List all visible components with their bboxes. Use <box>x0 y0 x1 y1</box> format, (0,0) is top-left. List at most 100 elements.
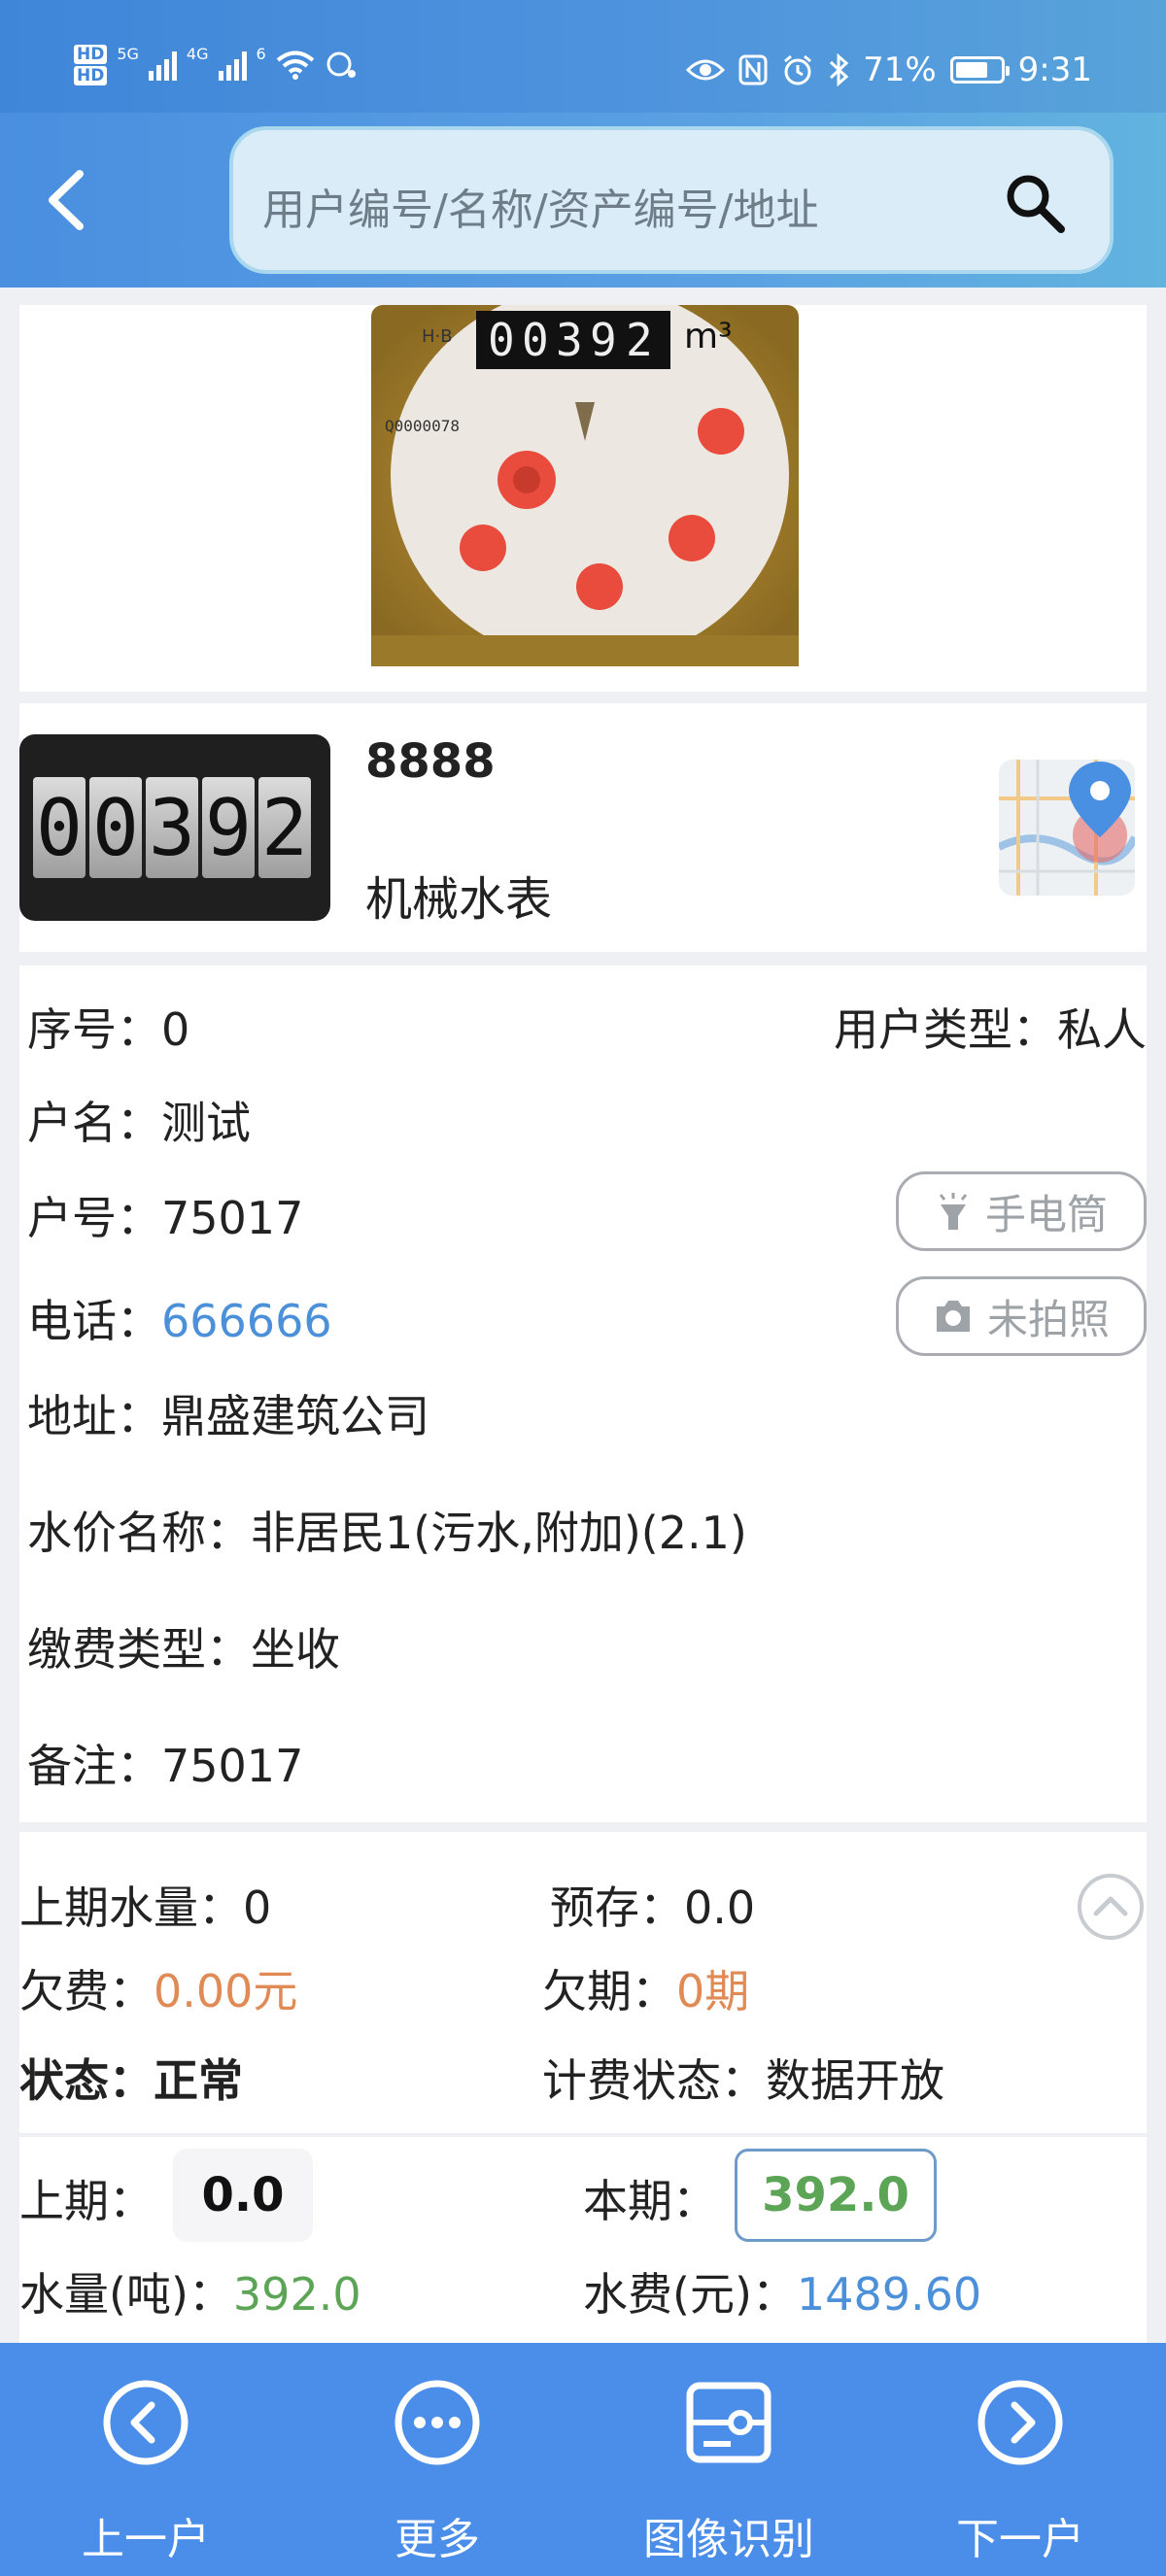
crop-digit: 0 <box>89 777 142 878</box>
seq-row: 序号：0 <box>27 995 189 1059</box>
arrears-period-row: 欠期：0期 <box>542 1956 749 2020</box>
nav-more[interactable]: 更多 <box>292 2343 583 2576</box>
last-usage-row: 上期水量：0 <box>19 1873 271 1937</box>
more-dots-icon <box>394 2380 480 2465</box>
svg-text:3: 3 <box>556 314 583 366</box>
flashlight-button[interactable]: 手电筒 <box>896 1171 1147 1251</box>
billing-status-value: 数据开放 <box>766 2054 944 2107</box>
arrears-value: 0.00元 <box>154 1965 298 2017</box>
seq-label: 序号： <box>27 1003 161 1056</box>
chevron-left-circle-icon <box>103 2380 189 2465</box>
billing-stats-card: 上期水量：0 预存：0.0 欠费：0.00元 欠期：0期 状态：正常 计费状态：… <box>19 1832 1147 2133</box>
fee-label: 水费(元)： <box>583 2268 797 2321</box>
name-value: 测试 <box>161 1097 251 1149</box>
hd-indicators: HD HD <box>74 45 108 85</box>
nav-image-recognition[interactable]: 图像识别 <box>583 2343 874 2576</box>
back-arrow-icon[interactable] <box>39 166 97 234</box>
price-row: 水价名称：非居民1(污水,附加)(2.1) <box>27 1498 747 1562</box>
svg-text:m³: m³ <box>684 317 733 356</box>
camera-icon <box>936 1301 970 1332</box>
alarm-icon <box>784 54 812 85</box>
collapse-up-icon[interactable] <box>1075 1871 1147 1943</box>
search-input[interactable]: 用户编号/名称/资产编号/地址 <box>262 175 818 237</box>
address-value: 鼎盛建筑公司 <box>161 1390 429 1442</box>
hd-badge-1: HD <box>74 45 108 64</box>
nav-prev-account[interactable]: 上一户 <box>0 2343 292 2576</box>
svg-text:0: 0 <box>488 314 515 366</box>
billing-status-row: 计费状态：数据开放 <box>542 2046 944 2110</box>
nav-more-label: 更多 <box>394 2515 480 2564</box>
curr-reading-label: 本期： <box>583 2175 717 2227</box>
status-bar-left: HD HD 5G 4G 6 <box>74 45 358 85</box>
clock-time: 9:31 <box>1017 51 1092 89</box>
wifi-icon <box>276 51 314 80</box>
image-scan-icon <box>686 2382 772 2463</box>
hd-badge-2: HD <box>74 66 108 85</box>
meter-info-card: 0 0 3 9 2 8888 机械水表 <box>19 703 1147 952</box>
meter-reading-crop[interactable]: 0 0 3 9 2 <box>19 734 330 921</box>
curr-reading-input[interactable]: 392.0 <box>735 2149 937 2242</box>
nfc-icon <box>738 54 768 85</box>
chevron-right-circle-icon <box>977 2380 1063 2465</box>
remark-value: 75017 <box>161 1740 304 1792</box>
crop-digit: 0 <box>33 777 86 878</box>
pay-type-value: 坐收 <box>251 1623 340 1676</box>
meter-number: 8888 <box>365 734 496 789</box>
crop-digit: 9 <box>202 777 255 878</box>
user-type-row: 用户类型：私人 <box>834 995 1147 1059</box>
nav-next-account[interactable]: 下一户 <box>874 2343 1166 2576</box>
search-bar[interactable]: 用户编号/名称/资产编号/地址 <box>229 126 1114 274</box>
name-row: 户名：测试 <box>27 1088 251 1152</box>
status-value: 正常 <box>154 2054 243 2107</box>
nav-next-label: 下一户 <box>956 2515 1084 2564</box>
search-icon[interactable] <box>1003 171 1067 235</box>
volume-label: 水量(吨)： <box>19 2268 233 2321</box>
status-bar-right: 71% 9:31 <box>686 51 1092 89</box>
last-usage-value: 0 <box>243 1881 272 1934</box>
svg-text:0: 0 <box>522 314 549 366</box>
prestore-row: 预存：0.0 <box>550 1873 755 1937</box>
name-label: 户名： <box>27 1097 161 1149</box>
price-value: 非居民1(污水,附加)(2.1) <box>251 1507 747 1559</box>
battery-percent: 71% <box>863 51 937 89</box>
pay-type-label: 缴费类型： <box>27 1623 251 1676</box>
seq-value: 0 <box>161 1003 190 1056</box>
meter-photo-card: 00392 m³ H·B Q0000078 <box>19 305 1147 692</box>
prev-reading-value: 0.0 <box>173 2149 313 2242</box>
arrears-period-value: 0期 <box>676 1965 750 2017</box>
bluetooth-icon <box>830 53 849 86</box>
flashlight-label: 手电筒 <box>984 1190 1108 1238</box>
status-label: 状态： <box>19 2054 154 2107</box>
svg-text:H·B: H·B <box>422 326 453 347</box>
account-value: 75017 <box>161 1192 304 1244</box>
phone-label: 电话： <box>27 1295 161 1347</box>
battery-icon <box>949 56 1010 84</box>
fee-row: 水费(元)：1489.60 <box>583 2259 981 2323</box>
status-row: 状态：正常 <box>19 2046 243 2110</box>
pay-type-row: 缴费类型：坐收 <box>27 1614 340 1678</box>
prev-reading-label: 上期： <box>19 2175 154 2227</box>
last-usage-label: 上期水量： <box>19 1881 243 1934</box>
phone-row: 电话：666666 <box>27 1286 332 1350</box>
user-type-label: 用户类型： <box>834 1003 1057 1056</box>
map-location-button[interactable] <box>999 760 1135 896</box>
prestore-value: 0.0 <box>684 1881 756 1934</box>
phone-value[interactable]: 666666 <box>161 1295 332 1347</box>
volume-value: 392.0 <box>232 2268 361 2321</box>
network-4g-label: 4G <box>186 45 209 63</box>
nav-prev-label: 上一户 <box>82 2515 210 2564</box>
arrears-row: 欠费：0.00元 <box>19 1956 297 2020</box>
signal-icon <box>148 50 177 81</box>
account-label: 户号： <box>27 1192 161 1244</box>
meter-photo[interactable]: 00392 m³ H·B Q0000078 <box>371 305 799 666</box>
photo-status-button[interactable]: 未拍照 <box>896 1276 1147 1356</box>
fee-value: 1489.60 <box>796 2268 982 2321</box>
nav-recognize-label: 图像识别 <box>643 2515 814 2564</box>
crop-digit: 2 <box>258 777 311 878</box>
map-pin-icon <box>999 760 1135 896</box>
remark-label: 备注： <box>27 1740 161 1792</box>
network-5g-label: 5G <box>117 45 139 63</box>
reading-card: 上期： 0.0 本期： 392.0 水量(吨)：392.0 水费(元)：1489… <box>19 2137 1147 2343</box>
customer-detail-card: 序号：0 用户类型：私人 户名：测试 户号：75017 手电筒 电话：66666… <box>19 966 1147 1822</box>
signal-icon-2 <box>218 50 247 81</box>
